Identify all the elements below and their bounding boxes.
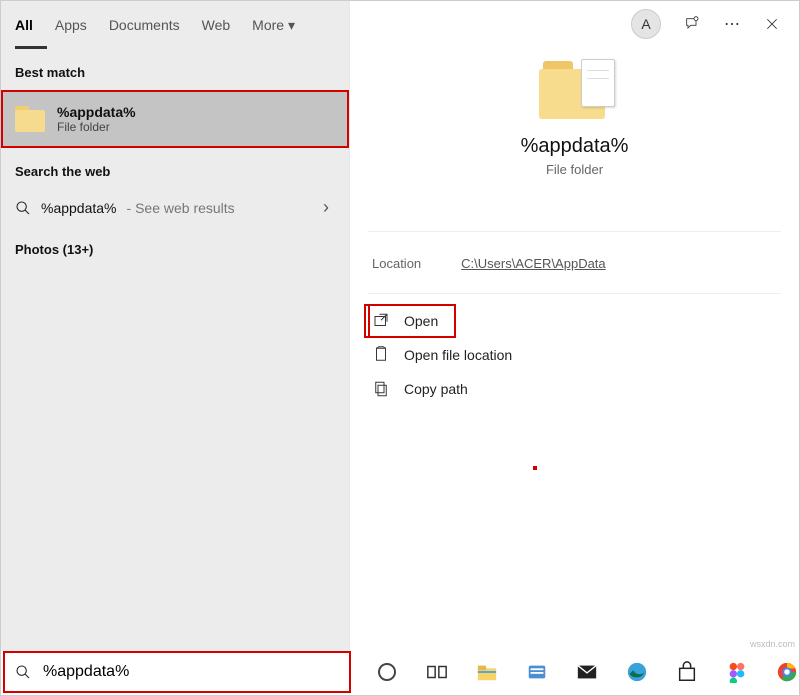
account-avatar[interactable]: A bbox=[631, 9, 661, 39]
copy-icon bbox=[372, 380, 390, 398]
taskbar bbox=[1, 649, 799, 695]
preview-title: %appdata% bbox=[368, 135, 781, 158]
task-view-icon[interactable] bbox=[425, 660, 449, 684]
action-open-file-location[interactable]: Open file location bbox=[368, 338, 781, 372]
open-icon bbox=[372, 312, 390, 330]
action-open[interactable]: Open bbox=[364, 304, 456, 338]
action-open-label: Open bbox=[404, 313, 438, 329]
preview-subtitle: File folder bbox=[368, 162, 781, 177]
chevron-down-icon: ▾ bbox=[288, 17, 295, 33]
folder-location-icon bbox=[372, 346, 390, 364]
watermark: wsxdn.com bbox=[750, 639, 795, 649]
more-icon[interactable]: ⋯ bbox=[723, 15, 741, 33]
best-match-result[interactable]: %appdata% File folder bbox=[1, 90, 349, 148]
action-open-file-location-label: Open file location bbox=[404, 347, 512, 363]
folder-icon bbox=[15, 104, 45, 134]
location-label: Location bbox=[372, 256, 421, 271]
search-icon bbox=[15, 200, 31, 216]
web-result[interactable]: %appdata% - See web results › bbox=[1, 189, 349, 226]
action-copy-path[interactable]: Copy path bbox=[368, 372, 781, 406]
tab-all[interactable]: All bbox=[15, 5, 33, 45]
tab-documents[interactable]: Documents bbox=[109, 5, 180, 45]
match-subtitle: File folder bbox=[57, 120, 136, 134]
chrome-icon[interactable] bbox=[775, 660, 799, 684]
best-match-label: Best match bbox=[1, 49, 349, 90]
location-row: Location C:\Users\ACER\AppData bbox=[368, 231, 781, 293]
feedback-icon[interactable] bbox=[683, 15, 701, 33]
action-copy-path-label: Copy path bbox=[404, 381, 468, 397]
edge-icon[interactable] bbox=[625, 660, 649, 684]
result-preview: %appdata% File folder bbox=[368, 61, 781, 201]
search-web-label: Search the web bbox=[1, 148, 349, 189]
search-icon bbox=[15, 664, 31, 680]
web-result-suffix: - See web results bbox=[127, 200, 235, 216]
mail-icon[interactable] bbox=[575, 660, 599, 684]
active-tab-indicator bbox=[15, 46, 47, 49]
filter-tabs: All Apps Documents Web More ▾ bbox=[1, 1, 349, 49]
file-explorer-icon[interactable] bbox=[475, 660, 499, 684]
tab-web[interactable]: Web bbox=[202, 5, 231, 45]
taskbar-search[interactable] bbox=[3, 651, 351, 693]
folder-icon bbox=[539, 61, 611, 121]
cortana-icon[interactable] bbox=[375, 660, 399, 684]
chevron-right-icon: › bbox=[323, 197, 335, 218]
photos-label: Photos (13+) bbox=[1, 226, 349, 267]
close-icon[interactable] bbox=[763, 15, 781, 33]
store-icon[interactable] bbox=[675, 660, 699, 684]
tab-apps[interactable]: Apps bbox=[55, 5, 87, 45]
location-path[interactable]: C:\Users\ACER\AppData bbox=[461, 256, 606, 271]
web-result-term: %appdata% bbox=[41, 200, 117, 216]
match-title: %appdata% bbox=[57, 104, 136, 120]
annotation-dot bbox=[533, 466, 537, 470]
tab-more[interactable]: More ▾ bbox=[252, 5, 295, 46]
figma-icon[interactable] bbox=[725, 660, 749, 684]
search-input[interactable] bbox=[41, 662, 339, 682]
app-icon[interactable] bbox=[525, 660, 549, 684]
